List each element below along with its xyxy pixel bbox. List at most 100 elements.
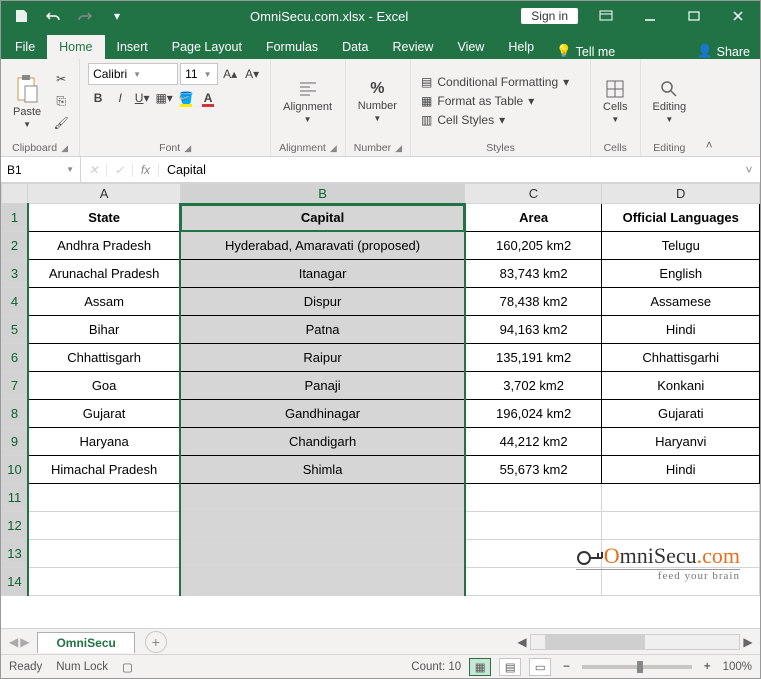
cell-C6[interactable]: 135,191 km2 bbox=[465, 344, 602, 372]
new-sheet-button[interactable]: + bbox=[145, 631, 167, 653]
cell-B3[interactable]: Itanagar bbox=[180, 260, 465, 288]
cell-C14[interactable] bbox=[465, 568, 602, 596]
zoom-slider[interactable] bbox=[582, 665, 692, 669]
paste-button[interactable]: Paste ▼ bbox=[9, 70, 45, 133]
cell-B4[interactable]: Dispur bbox=[180, 288, 465, 316]
cell-B11[interactable] bbox=[180, 484, 465, 512]
cell-C2[interactable]: 160,205 km2 bbox=[465, 232, 602, 260]
worksheet-grid[interactable]: ABCD1StateCapitalAreaOfficial Languages2… bbox=[1, 183, 760, 628]
cell-A7[interactable]: Goa bbox=[28, 372, 180, 400]
cell-C7[interactable]: 3,702 km2 bbox=[465, 372, 602, 400]
page-layout-view-button[interactable]: ▤ bbox=[499, 658, 521, 676]
cell-A2[interactable]: Andhra Pradesh bbox=[28, 232, 180, 260]
redo-icon[interactable] bbox=[71, 2, 99, 30]
share-button[interactable]: 👤Share bbox=[687, 44, 760, 59]
tell-me-button[interactable]: 💡Tell me bbox=[546, 44, 625, 59]
cell-C4[interactable]: 78,438 km2 bbox=[465, 288, 602, 316]
tab-review[interactable]: Review bbox=[380, 35, 445, 59]
scroll-left-icon[interactable]: ◀ bbox=[514, 634, 530, 650]
editing-button[interactable]: Editing▼ bbox=[649, 75, 691, 128]
cell-B7[interactable]: Panaji bbox=[180, 372, 465, 400]
cell-C10[interactable]: 55,673 km2 bbox=[465, 456, 602, 484]
normal-view-button[interactable]: ▦ bbox=[469, 658, 491, 676]
cell-B6[interactable]: Raipur bbox=[180, 344, 465, 372]
cell-A4[interactable]: Assam bbox=[28, 288, 180, 316]
row-header-10[interactable]: 10 bbox=[2, 456, 28, 484]
cell-A14[interactable] bbox=[28, 568, 180, 596]
name-box[interactable]: B1▼ bbox=[1, 157, 81, 182]
cell-B1[interactable]: Capital bbox=[180, 204, 465, 232]
cell-A8[interactable]: Gujarat bbox=[28, 400, 180, 428]
cell-D9[interactable]: Haryanvi bbox=[602, 428, 760, 456]
cell-A1[interactable]: State bbox=[28, 204, 180, 232]
ribbon-display-icon[interactable] bbox=[584, 1, 628, 31]
cell-A13[interactable] bbox=[28, 540, 180, 568]
borders-button[interactable]: ▦▾ bbox=[154, 88, 174, 108]
col-header-C[interactable]: C bbox=[465, 184, 602, 204]
cell-D2[interactable]: Telugu bbox=[602, 232, 760, 260]
horizontal-scrollbar[interactable]: ◀ ▶ bbox=[167, 634, 760, 650]
font-name-select[interactable]: Calibri▼ bbox=[88, 63, 178, 85]
page-break-view-button[interactable]: ▭ bbox=[529, 658, 551, 676]
scroll-right-icon[interactable]: ▶ bbox=[740, 634, 756, 650]
row-header-8[interactable]: 8 bbox=[2, 400, 28, 428]
row-header-1[interactable]: 1 bbox=[2, 204, 28, 232]
cell-D10[interactable]: Hindi bbox=[602, 456, 760, 484]
save-icon[interactable] bbox=[7, 2, 35, 30]
tab-home[interactable]: Home bbox=[47, 35, 104, 59]
scroll-thumb[interactable] bbox=[545, 635, 645, 649]
alignment-dialog-icon[interactable]: ◢ bbox=[330, 143, 337, 154]
bold-button[interactable]: B bbox=[88, 88, 108, 108]
col-header-D[interactable]: D bbox=[602, 184, 760, 204]
number-button[interactable]: %Number▼ bbox=[354, 76, 401, 127]
formula-input[interactable]: Capital bbox=[159, 157, 738, 182]
macro-record-icon[interactable]: ▢ bbox=[122, 660, 133, 674]
cell-styles-button[interactable]: ▥Cell Styles▾ bbox=[419, 112, 571, 128]
cell-B14[interactable] bbox=[180, 568, 465, 596]
font-color-button[interactable]: A bbox=[198, 88, 218, 108]
cell-C13[interactable] bbox=[465, 540, 602, 568]
row-header-7[interactable]: 7 bbox=[2, 372, 28, 400]
cancel-formula-icon[interactable]: ✕ bbox=[81, 163, 107, 177]
expand-formula-icon[interactable]: ˅ bbox=[738, 157, 760, 182]
row-header-11[interactable]: 11 bbox=[2, 484, 28, 512]
format-painter-button[interactable]: 🖌 bbox=[51, 113, 71, 133]
font-size-select[interactable]: 11▼ bbox=[180, 63, 218, 85]
maximize-button[interactable] bbox=[672, 1, 716, 31]
tab-file[interactable]: File bbox=[3, 35, 47, 59]
row-header-5[interactable]: 5 bbox=[2, 316, 28, 344]
undo-icon[interactable] bbox=[39, 2, 67, 30]
col-header-B[interactable]: B bbox=[180, 184, 465, 204]
cell-D4[interactable]: Assamese bbox=[602, 288, 760, 316]
cell-A5[interactable]: Bihar bbox=[28, 316, 180, 344]
cell-A11[interactable] bbox=[28, 484, 180, 512]
decrease-font-icon[interactable]: A▾ bbox=[242, 64, 262, 84]
sheet-next-icon[interactable]: ▶ bbox=[20, 635, 29, 649]
select-all-corner[interactable] bbox=[2, 184, 28, 204]
cell-D8[interactable]: Gujarati bbox=[602, 400, 760, 428]
cut-button[interactable]: ✂ bbox=[51, 69, 71, 89]
cell-D14[interactable] bbox=[602, 568, 760, 596]
copy-button[interactable]: ⎘ bbox=[51, 91, 71, 111]
row-header-6[interactable]: 6 bbox=[2, 344, 28, 372]
cell-A3[interactable]: Arunachal Pradesh bbox=[28, 260, 180, 288]
fill-color-button[interactable]: 🪣 bbox=[176, 88, 196, 108]
tab-page-layout[interactable]: Page Layout bbox=[160, 35, 254, 59]
row-header-13[interactable]: 13 bbox=[2, 540, 28, 568]
enter-formula-icon[interactable]: ✓ bbox=[107, 163, 133, 177]
cell-C8[interactable]: 196,024 km2 bbox=[465, 400, 602, 428]
tab-data[interactable]: Data bbox=[330, 35, 380, 59]
cell-C12[interactable] bbox=[465, 512, 602, 540]
cell-B5[interactable]: Patna bbox=[180, 316, 465, 344]
cell-C3[interactable]: 83,743 km2 bbox=[465, 260, 602, 288]
cell-B12[interactable] bbox=[180, 512, 465, 540]
font-dialog-icon[interactable]: ◢ bbox=[184, 143, 191, 154]
tab-insert[interactable]: Insert bbox=[105, 35, 160, 59]
sign-in-button[interactable]: Sign in bbox=[521, 8, 578, 24]
cell-C11[interactable] bbox=[465, 484, 602, 512]
row-header-3[interactable]: 3 bbox=[2, 260, 28, 288]
cell-C9[interactable]: 44,212 km2 bbox=[465, 428, 602, 456]
row-header-14[interactable]: 14 bbox=[2, 568, 28, 596]
cell-C5[interactable]: 94,163 km2 bbox=[465, 316, 602, 344]
alignment-button[interactable]: Alignment▼ bbox=[279, 75, 336, 128]
